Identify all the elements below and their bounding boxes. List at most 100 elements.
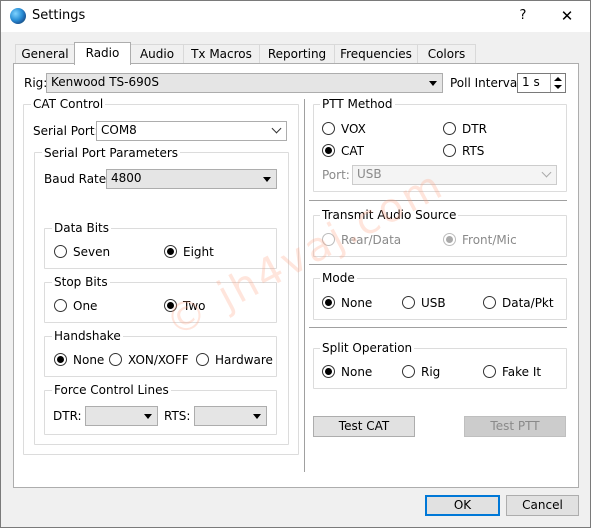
radio-circle[interactable] [402, 296, 415, 309]
radio-circle[interactable] [443, 144, 456, 157]
radio-label: CAT [341, 144, 364, 158]
serial-params-title: Serial Port Parameters [42, 146, 181, 160]
radio-circle[interactable] [483, 365, 496, 378]
radio-circle[interactable] [443, 122, 456, 135]
force-control-title: Force Control Lines [52, 383, 171, 397]
baud-rate-select[interactable]: 4800 [106, 169, 277, 189]
tx-audio-rear-radio[interactable]: Rear/Data [322, 233, 401, 247]
handshake-title: Handshake [52, 329, 123, 343]
ptt-rts-radio[interactable]: RTS [443, 144, 484, 158]
ptt-cat-radio[interactable]: CAT [322, 144, 364, 158]
split-rig-radio[interactable]: Rig [402, 365, 440, 379]
rts-label: RTS: [164, 409, 191, 423]
poll-interval-spinbox[interactable]: 1 s [517, 73, 566, 93]
tx-audio-front-radio[interactable]: Front/Mic [443, 233, 517, 247]
chevron-down-icon [429, 81, 437, 86]
radio-circle[interactable] [322, 144, 335, 157]
data-bits-seven-radio[interactable]: Seven [54, 245, 110, 259]
help-button[interactable]: ? [510, 6, 536, 26]
rig-label: Rig: [24, 76, 48, 90]
rig-value: Kenwood TS-690S [51, 75, 159, 89]
radio-circle[interactable] [164, 245, 177, 258]
handshake-hardware-radio[interactable]: Hardware [196, 353, 273, 367]
separator [309, 327, 567, 328]
radio-circle[interactable] [54, 299, 67, 312]
radio-circle[interactable] [322, 365, 335, 378]
split-none-radio[interactable]: None [322, 365, 372, 379]
tx-audio-title: Transmit Audio Source [320, 208, 459, 222]
tab-general[interactable]: General [15, 44, 75, 63]
radio-circle[interactable] [109, 353, 122, 366]
app-globe-icon [10, 8, 26, 24]
chevron-down-icon [263, 177, 271, 182]
separator [309, 200, 567, 201]
radio-label: Seven [73, 245, 111, 259]
radio-label: Front/Mic [462, 233, 517, 247]
ptt-vox-radio[interactable]: VOX [322, 122, 366, 136]
stop-bits-one-radio[interactable]: One [54, 299, 97, 313]
tab-tx-macros[interactable]: Tx Macros [183, 44, 260, 63]
radio-circle[interactable] [402, 365, 415, 378]
tab-frequencies[interactable]: Frequencies [334, 44, 418, 63]
ptt-method-title: PTT Method [320, 97, 395, 111]
spin-down-icon[interactable] [554, 85, 562, 89]
window-title: Settings [32, 8, 86, 23]
title-bar [1, 1, 590, 32]
dtr-select[interactable] [85, 406, 158, 426]
radio-label: Eight [183, 245, 214, 259]
ptt-dtr-radio[interactable]: DTR [443, 122, 487, 136]
cancel-button[interactable]: Cancel [506, 495, 579, 516]
data-bits-eight-radio[interactable]: Eight [164, 245, 214, 259]
radio-circle[interactable] [322, 233, 335, 246]
baud-rate-value: 4800 [111, 171, 142, 185]
handshake-xonxoff-radio[interactable]: XON/XOFF [109, 353, 189, 367]
radio-label: RTS [462, 144, 485, 158]
mode-none-radio[interactable]: None [322, 296, 372, 310]
tab-reporting[interactable]: Reporting [259, 44, 335, 63]
split-operation-title: Split Operation [320, 341, 415, 355]
ok-button[interactable]: OK [425, 495, 500, 516]
radio-label: Data/Pkt [502, 296, 554, 310]
mode-datapkt-radio[interactable]: Data/Pkt [483, 296, 554, 310]
ptt-port-select[interactable]: USB [352, 165, 557, 185]
radio-circle[interactable] [196, 353, 209, 366]
tab-colors[interactable]: Colors [417, 44, 476, 63]
radio-circle[interactable] [322, 122, 335, 135]
data-bits-title: Data Bits [52, 221, 111, 235]
rig-select[interactable]: Kenwood TS-690S [46, 73, 443, 93]
separator [309, 264, 567, 265]
radio-circle[interactable] [54, 353, 67, 366]
mode-usb-radio[interactable]: USB [402, 296, 446, 310]
radio-circle[interactable] [322, 296, 335, 309]
radio-label: None [341, 296, 373, 310]
tab-radio[interactable]: Radio [74, 42, 131, 65]
radio-circle[interactable] [54, 245, 67, 258]
handshake-none-radio[interactable]: None [54, 353, 104, 367]
split-fakeit-radio[interactable]: Fake It [483, 365, 541, 379]
radio-label: Fake It [502, 365, 542, 379]
spin-buttons[interactable] [550, 74, 565, 92]
radio-label: Rig [421, 365, 441, 379]
stop-bits-two-radio[interactable]: Two [164, 299, 206, 313]
radio-circle[interactable] [443, 233, 456, 246]
radio-circle[interactable] [483, 296, 496, 309]
chevron-down-icon [271, 123, 282, 134]
chevron-down-icon [144, 414, 152, 419]
rts-select[interactable] [194, 406, 267, 426]
radio-label: XON/XOFF [128, 353, 189, 367]
ptt-port-value: USB [357, 167, 382, 181]
cat-control-title: CAT Control [31, 97, 106, 111]
column-separator [304, 99, 305, 472]
tab-audio[interactable]: Audio [130, 44, 184, 63]
radio-circle[interactable] [164, 299, 177, 312]
test-ptt-button[interactable]: Test PTT [464, 416, 566, 437]
chevron-down-icon [541, 167, 552, 178]
radio-label: One [73, 299, 98, 313]
close-button[interactable]: ✕ [554, 6, 580, 26]
serial-port-value: COM8 [101, 123, 137, 137]
radio-label: USB [421, 296, 446, 310]
test-cat-button[interactable]: Test CAT [313, 416, 415, 437]
serial-port-select[interactable]: COM8 [96, 121, 287, 141]
spin-up-icon[interactable] [554, 77, 562, 81]
serial-port-label: Serial Port: [33, 124, 99, 138]
